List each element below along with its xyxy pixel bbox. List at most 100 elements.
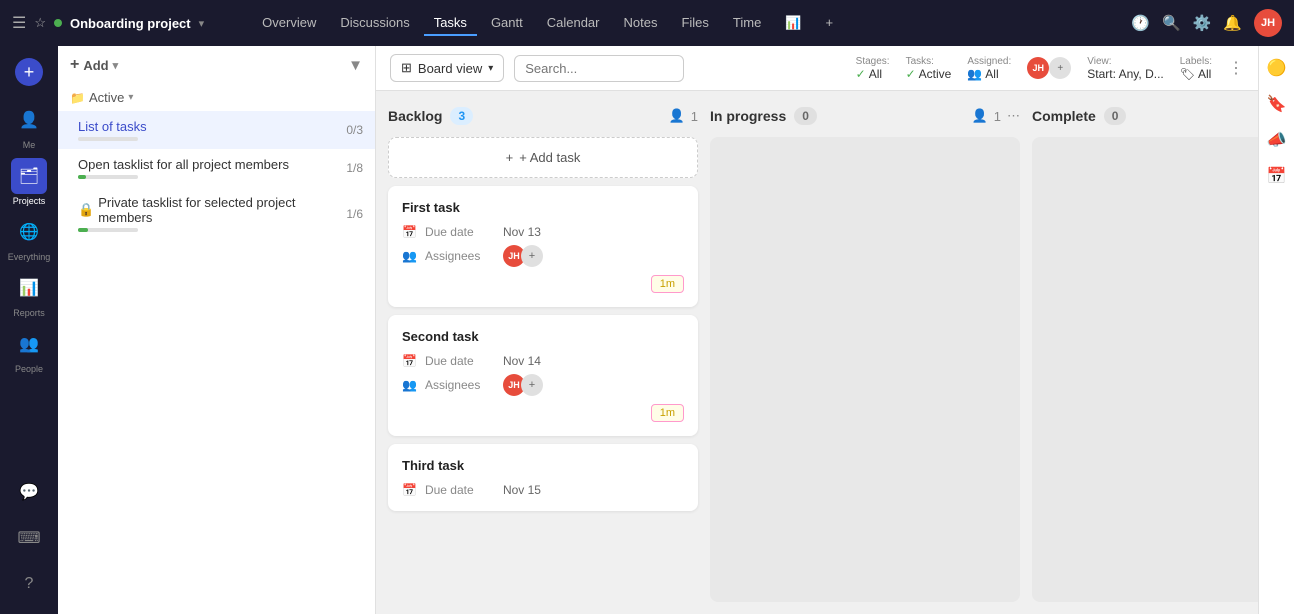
column-title-in-progress: In progress (710, 108, 786, 124)
clock-icon[interactable]: 🕐 (1131, 14, 1150, 32)
assigned-avatar-jh: JH (1027, 57, 1049, 79)
me-icon: 👤 (11, 102, 47, 138)
sticky-note-icon[interactable]: 🟡 (1267, 58, 1287, 78)
board-area: ⊞ Board view ▾ Stages: ✓ All Tasks: (376, 46, 1258, 614)
assignees-icon-first: 👥 (402, 249, 417, 263)
hamburger-icon[interactable]: ☰ (12, 13, 26, 33)
search-icon[interactable]: 🔍 (1162, 14, 1181, 32)
more-options-icon[interactable]: ⋮ (1228, 58, 1244, 78)
add-task-button[interactable]: + + Add task (388, 137, 698, 178)
everything-label: Everything (8, 252, 51, 262)
sidebar-item-me[interactable]: 👤 Me (11, 102, 47, 150)
nav-discussions[interactable]: Discussions (330, 11, 419, 36)
active-chevron-icon: ▾ (128, 92, 133, 103)
right-sidebar: 🟡 🔖 📣 📅 (1258, 46, 1294, 614)
tasklist-item-list-of-tasks[interactable]: List of tasks 0/3 (58, 111, 375, 149)
calendar-right-icon[interactable]: 📅 (1267, 166, 1287, 186)
sidebar-item-everything[interactable]: 🌐 Everything (8, 214, 51, 262)
megaphone-icon[interactable]: 📣 (1267, 130, 1287, 150)
tasklist-info: List of tasks (78, 119, 147, 141)
tasklist-name: List of tasks (78, 119, 147, 134)
sidebar-add-button[interactable]: + (15, 58, 43, 86)
complete-empty-area (1032, 137, 1258, 602)
nav-tasks[interactable]: Tasks (424, 11, 477, 36)
time-badge-first: 1m (651, 275, 684, 293)
nav-time[interactable]: Time (723, 11, 771, 36)
task-title-third: Third task (402, 458, 684, 473)
tasks-filter[interactable]: Tasks: ✓ Active (906, 56, 952, 81)
assigned-filter[interactable]: Assigned: 👥 All (967, 56, 1011, 81)
bookmark-icon[interactable]: 🔖 (1267, 94, 1287, 114)
nav-overview[interactable]: Overview (252, 11, 326, 36)
tasklist-item-open[interactable]: Open tasklist for all project members 1/… (58, 149, 375, 187)
sidebar-item-projects[interactable]: 🗂 Projects (11, 158, 47, 206)
people-label: People (15, 364, 43, 374)
filter-icon[interactable]: ▼ (348, 57, 363, 74)
nav-gantt[interactable]: Gantt (481, 11, 533, 36)
more-icon-in-progress[interactable]: ⋯ (1007, 108, 1020, 124)
open-tasklist-info: Open tasklist for all project members (78, 157, 289, 179)
add-task-plus-icon: + (506, 150, 514, 165)
help-icon[interactable]: ? (11, 566, 47, 602)
board-view-chevron-icon: ▾ (488, 63, 493, 74)
nav-chart-icon[interactable]: 📊 (775, 11, 811, 36)
open-tasklist-name: Open tasklist for all project members (78, 157, 289, 172)
me-label: Me (23, 140, 36, 150)
task-card-second-task[interactable]: Second task 📅 Due date Nov 14 👥 Assignee… (388, 315, 698, 436)
nav-files[interactable]: Files (671, 11, 718, 36)
person-icon-in-progress: 👤 (972, 108, 988, 124)
column-badge-backlog: 3 (450, 107, 473, 125)
task-title-first: First task (402, 200, 684, 215)
settings-icon[interactable]: ⚙️ (1193, 14, 1212, 32)
assignees-label-first: Assignees (425, 249, 495, 263)
left-sidebar: + 👤 Me 🗂 Projects 🌐 Everything 📊 Reports… (0, 46, 58, 614)
column-header-complete: Complete 0 👤 1 (1032, 103, 1258, 129)
tasks-check-icon: ✓ (906, 67, 916, 81)
star-icon[interactable]: ☆ (34, 15, 46, 31)
chat-icon[interactable]: 💬 (11, 474, 47, 510)
topnav-right-icons: 🕐 🔍 ⚙️ 🔔 JH (1131, 9, 1282, 37)
tasklist-item-private[interactable]: 🔒 Private tasklist for selected project … (58, 187, 375, 240)
sidebar-item-reports[interactable]: 📊 Reports (11, 270, 47, 318)
nav-calendar[interactable]: Calendar (537, 11, 610, 36)
project-name[interactable]: Onboarding project (70, 16, 191, 31)
project-sidebar-header: + Add ▾ ▼ (58, 46, 375, 84)
view-filter[interactable]: View: Start: Any, D... (1087, 56, 1163, 81)
task-card-first-task[interactable]: First task 📅 Due date Nov 13 👥 Assignees… (388, 186, 698, 307)
nav-notes[interactable]: Notes (614, 11, 668, 36)
person-count-in-progress: 1 (994, 109, 1001, 124)
stages-filter[interactable]: Stages: ✓ All (856, 56, 890, 81)
time-badge-second: 1m (651, 404, 684, 422)
stages-label: Stages: (856, 56, 890, 67)
user-avatar[interactable]: JH (1254, 9, 1282, 37)
person-icon-backlog: 👤 (669, 108, 685, 124)
folder-icon: 📁 (70, 91, 85, 105)
add-plus-icon: + (70, 56, 79, 74)
assigned-avatars: JH + (1027, 57, 1071, 79)
lock-icon: 🔒 (78, 202, 94, 218)
open-progress-bar (78, 175, 138, 179)
open-progress-fill (78, 175, 86, 179)
task-due-date-row-third: 📅 Due date Nov 15 (402, 483, 684, 497)
bell-icon[interactable]: 🔔 (1223, 14, 1242, 32)
project-chevron-icon[interactable]: ▾ (199, 17, 205, 30)
assignee-avatar-plus-first[interactable]: + (521, 245, 543, 267)
labels-filter[interactable]: Labels: 🏷 All (1180, 56, 1212, 81)
search-input[interactable] (514, 55, 684, 82)
task-due-date-row-first: 📅 Due date Nov 13 (402, 225, 684, 239)
board-view-button[interactable]: ⊞ Board view ▾ (390, 54, 504, 82)
add-chevron-icon: ▾ (113, 59, 119, 72)
nav-plus-icon[interactable]: + (816, 11, 844, 36)
active-section[interactable]: 📁 Active ▾ (58, 84, 375, 111)
sidebar-item-people[interactable]: 👥 People (11, 326, 47, 374)
assigned-avatar-plus[interactable]: + (1049, 57, 1071, 79)
add-button[interactable]: + Add ▾ (70, 56, 118, 74)
private-name-text: Private tasklist for selected project me… (98, 195, 346, 225)
assignee-avatar-plus-second[interactable]: + (521, 374, 543, 396)
active-section-label: Active (89, 90, 124, 105)
calendar-icon-second: 📅 (402, 354, 417, 368)
task-footer-second: 1m (402, 404, 684, 422)
keyboard-icon[interactable]: ⌨ (11, 520, 47, 556)
task-card-third-task[interactable]: Third task 📅 Due date Nov 15 (388, 444, 698, 511)
tasklist-progress-bar (78, 137, 138, 141)
